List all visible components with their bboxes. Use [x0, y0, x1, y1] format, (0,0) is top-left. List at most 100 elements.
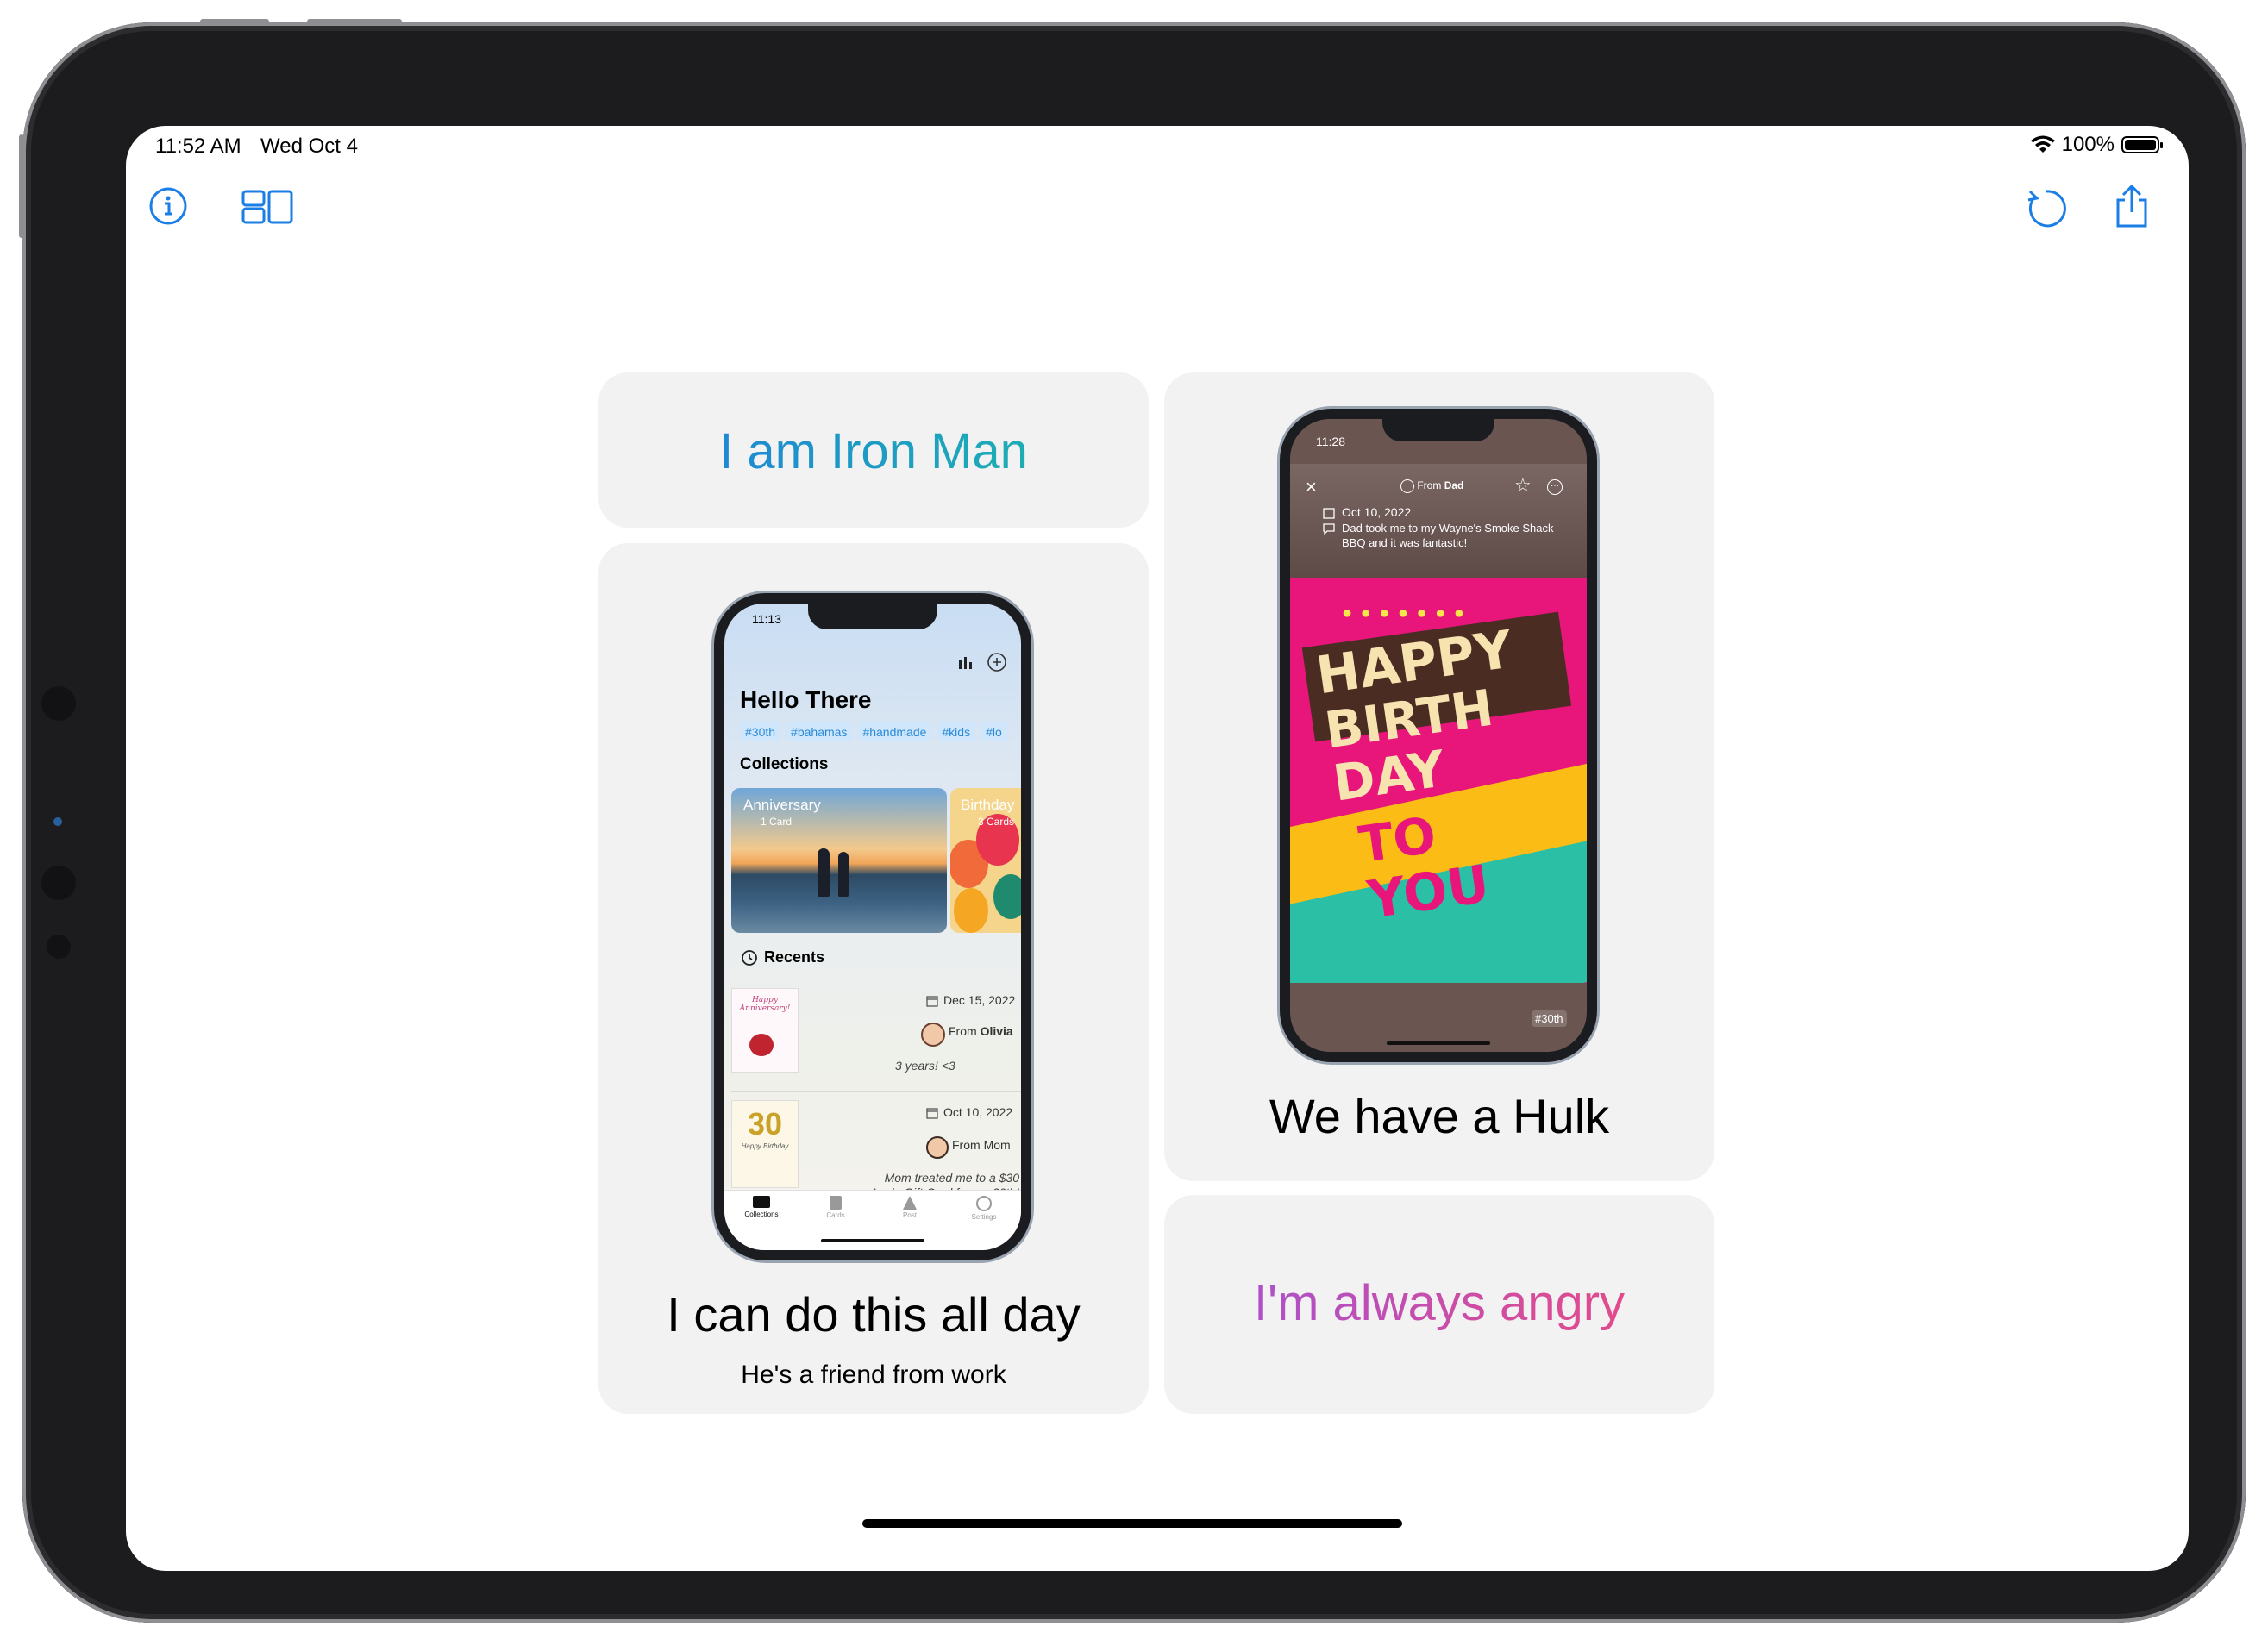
tab-settings[interactable]: Settings: [954, 1196, 1014, 1221]
add-icon[interactable]: [987, 652, 1007, 672]
status-time: 11:52 AM: [155, 134, 241, 158]
tile-title: I'm always angry: [1164, 1274, 1714, 1332]
clock-history-icon: [742, 950, 757, 966]
row-divider: [731, 1091, 1021, 1092]
tile-iron-man[interactable]: I am Iron Man: [598, 372, 1149, 528]
from-prefix: From: [949, 1024, 977, 1038]
card-tag[interactable]: #30th: [1532, 1010, 1567, 1027]
battery-level-fill: [2125, 140, 2156, 150]
tag-chip[interactable]: #30th: [740, 722, 781, 741]
card-note: Dad took me to my Wayne's Smoke Shack BB…: [1342, 522, 1554, 549]
recent-date: Dec 15, 2022: [943, 993, 1016, 1007]
layout-icon[interactable]: [241, 190, 295, 224]
tab-collections[interactable]: Collections: [731, 1196, 792, 1218]
battery-percent: 100%: [2061, 133, 2115, 156]
tile-can-do[interactable]: 11:13 Hello There #30th #bahamas #handmade…: [598, 543, 1149, 1414]
phone-mockup: 11:28 × From Dad ☆ ··· Oct 10, 2022 Dad …: [1280, 409, 1597, 1062]
more-icon[interactable]: ···: [1547, 479, 1563, 495]
art-dots-row: ● ● ● ● ● ● ●: [1342, 604, 1466, 622]
tag-chip[interactable]: #bahamas: [786, 722, 853, 741]
card-date: Oct 10, 2022: [1342, 505, 1412, 519]
recent-row[interactable]: 30 Happy Birthday Oct 10, 2022 From Mom …: [731, 1100, 1021, 1195]
from-name: Dad: [1444, 479, 1464, 492]
camera-dot: [41, 866, 76, 900]
chart-icon[interactable]: [957, 654, 976, 671]
collection-count: 1 Card: [761, 816, 793, 828]
from-prefix: From: [952, 1138, 981, 1152]
phone-home-indicator: [821, 1239, 924, 1242]
calendar-icon: [926, 1108, 938, 1119]
camera-lens-icon: [53, 817, 62, 826]
power-top-button: [307, 19, 402, 24]
star-icon[interactable]: ☆: [1514, 474, 1532, 497]
comment-icon: [1323, 523, 1335, 535]
collection-name: Anniversary: [743, 797, 821, 813]
tab-cards[interactable]: Cards: [805, 1196, 866, 1219]
avatar: [921, 1023, 945, 1047]
folder-icon: [753, 1196, 770, 1208]
greeting-title: Hello There: [740, 686, 872, 713]
phone-screen: 11:13 Hello There #30th #bahamas #handmade…: [724, 604, 1021, 1250]
rose-graphic: [749, 1034, 774, 1056]
phone-notch: [1382, 419, 1494, 441]
balloon: [993, 874, 1021, 919]
from-name: Olivia: [980, 1024, 1013, 1038]
tag-chip[interactable]: #lo: [981, 722, 1007, 741]
home-indicator[interactable]: [862, 1519, 1402, 1528]
info-icon[interactable]: [148, 186, 188, 226]
volume-top-button: [200, 19, 269, 24]
sheet-header: × From Dad ☆ ··· Oct 10, 2022 Dad took m…: [1290, 464, 1587, 578]
recent-from: From Olivia: [949, 1024, 1013, 1038]
wifi-icon: [2030, 135, 2055, 153]
collections-heading: Collections: [740, 755, 829, 773]
tile-title: I am Iron Man: [598, 422, 1149, 480]
phone-screen: 11:28 × From Dad ☆ ··· Oct 10, 2022 Dad …: [1290, 419, 1587, 1052]
recent-date: Oct 10, 2022: [943, 1105, 1013, 1119]
side-button: [19, 134, 24, 238]
from-prefix: From: [1417, 479, 1442, 492]
collection-card-anniversary[interactable]: Anniversary 1 Card: [731, 788, 947, 933]
couple-silhouette: [818, 848, 830, 897]
tab-bar: Collections Cards Post Settings: [724, 1190, 1021, 1250]
tile-hulk[interactable]: 11:28 × From Dad ☆ ··· Oct 10, 2022 Dad …: [1164, 372, 1714, 1181]
tag-row: #30th #bahamas #handmade #kids #lo: [740, 722, 1012, 741]
collection-name: Birthday: [961, 797, 1015, 813]
share-icon[interactable]: [2113, 183, 2151, 229]
tile-subtitle: He's a friend from work: [741, 1360, 1006, 1389]
couple-silhouette: [838, 852, 849, 897]
phone-home-indicator: [1387, 1041, 1490, 1045]
recent-note: 3 years! <3: [895, 1059, 955, 1073]
refresh-icon[interactable]: [2023, 186, 2068, 229]
from-avatar: [1400, 479, 1414, 493]
calendar-icon: [926, 996, 938, 1007]
tag-chip[interactable]: #handmade: [857, 722, 932, 741]
battery-icon: [2121, 136, 2163, 153]
collection-card-birthday[interactable]: Birthday 3 Cards: [950, 788, 1021, 933]
from-name: Mom: [983, 1138, 1011, 1152]
status-indicators: 100%: [2030, 133, 2163, 157]
card-thumb-subtitle: Happy Birthday: [741, 1142, 789, 1150]
avatar: [926, 1136, 949, 1159]
tab-label: Post: [902, 1211, 917, 1219]
tag-chip[interactable]: #kids: [937, 722, 976, 741]
battery-nub: [2160, 142, 2163, 148]
card-thumbnail: Happy Anniversary!: [731, 988, 799, 1073]
from-chip: From Dad: [1400, 479, 1463, 493]
phone-time: 11:28: [1316, 435, 1345, 448]
send-icon: [903, 1196, 917, 1210]
tab-post[interactable]: Post: [880, 1196, 940, 1219]
phone-notch: [808, 604, 937, 629]
collection-count: 3 Cards: [978, 816, 1015, 828]
close-icon[interactable]: ×: [1306, 476, 1317, 498]
status-date: Wed Oct 4: [260, 134, 358, 158]
balloon: [954, 888, 988, 933]
tile-always-angry[interactable]: I'm always angry: [1164, 1195, 1714, 1414]
recent-from: From Mom: [952, 1138, 1011, 1152]
tab-label: Settings: [971, 1213, 997, 1221]
card-thumbnail: 30 Happy Birthday: [731, 1100, 799, 1188]
tab-label: Collections: [744, 1210, 779, 1218]
cards-icon: [830, 1196, 842, 1210]
phone-time: 11:13: [752, 612, 781, 626]
recent-row[interactable]: Happy Anniversary! Dec 15, 2022 From Oli…: [731, 988, 1021, 1083]
phone-mockup: 11:13 Hello There #30th #bahamas #handmade…: [714, 593, 1031, 1260]
